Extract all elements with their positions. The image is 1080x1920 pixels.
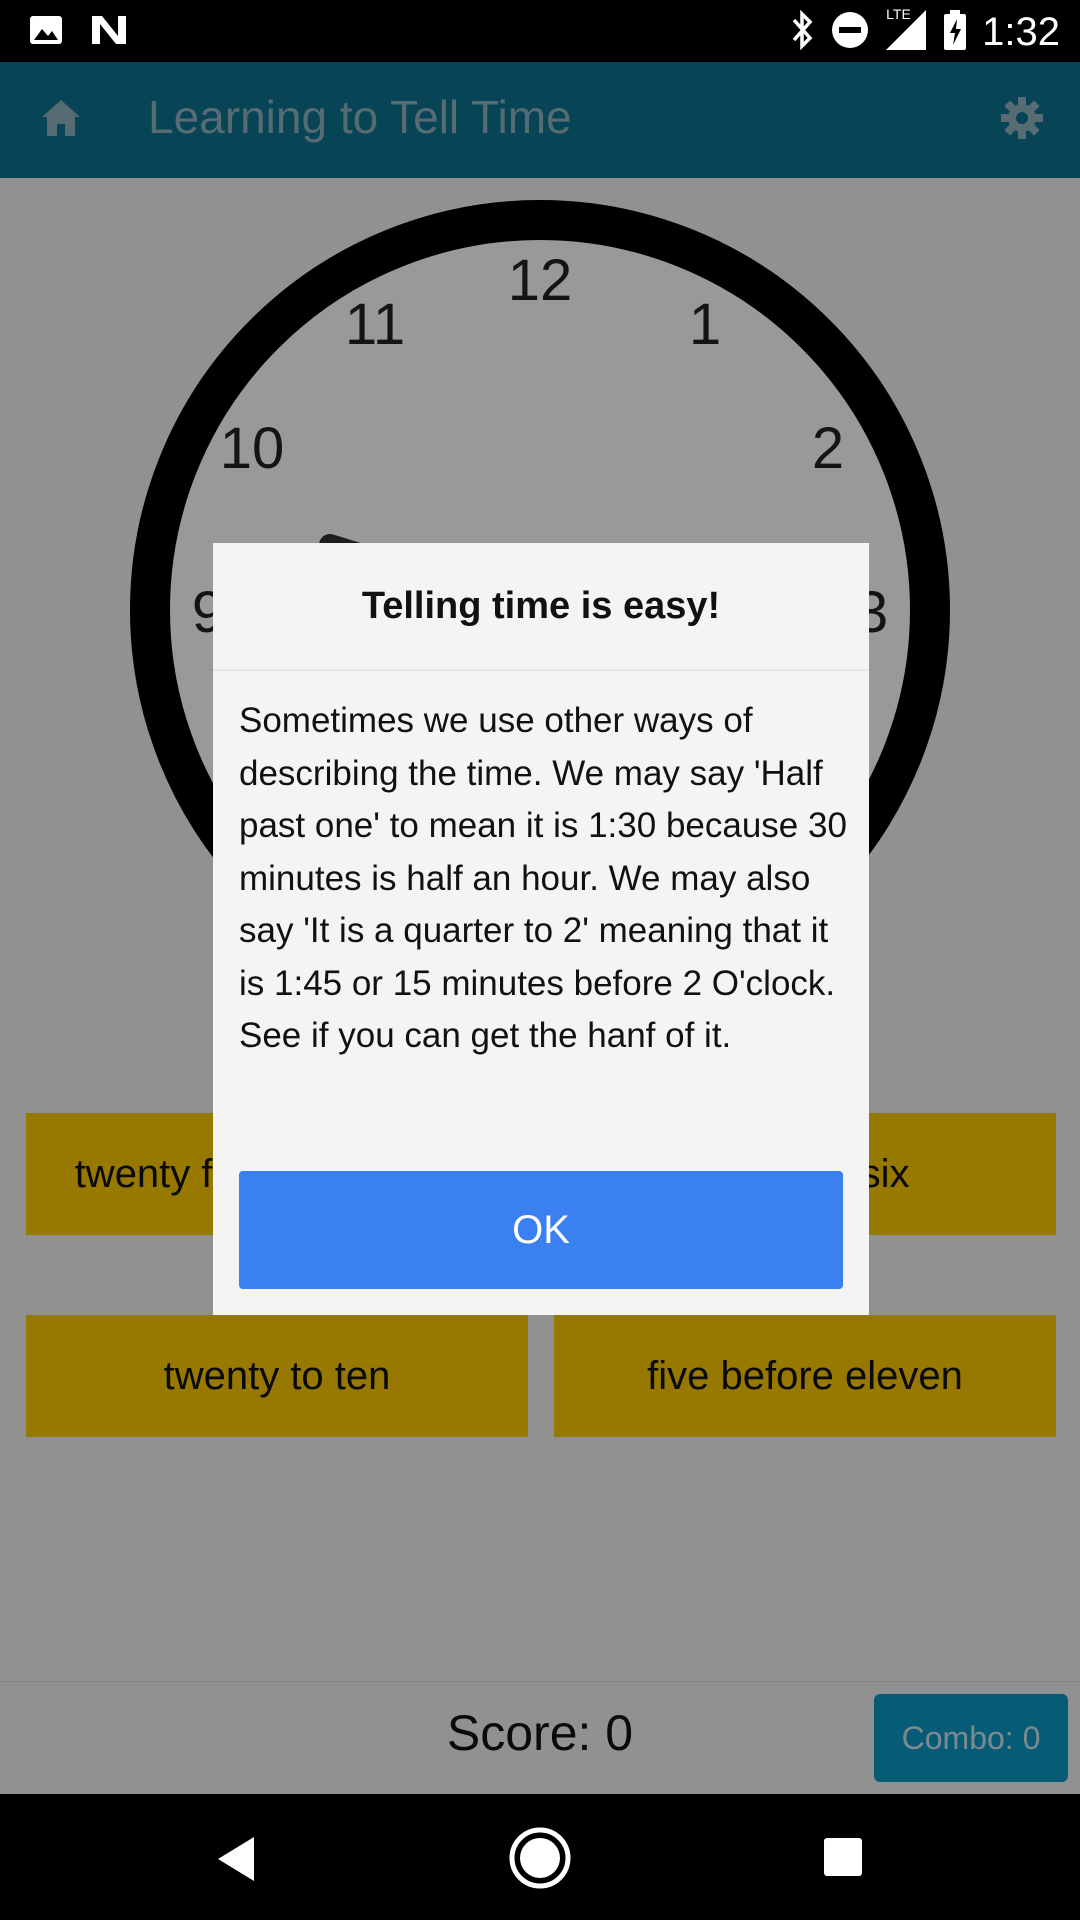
image-icon (28, 12, 64, 53)
dialog-title: Telling time is easy! (213, 543, 869, 671)
battery-charging-icon (942, 9, 968, 56)
lte-signal-icon: LTE (884, 6, 928, 57)
status-bar: LTE 1:32 (0, 0, 1080, 62)
do-not-disturb-icon (830, 10, 870, 55)
home-nav-icon[interactable] (508, 1826, 572, 1895)
info-dialog: Telling time is easy! Sometimes we use o… (213, 543, 869, 1315)
ok-button[interactable]: OK (239, 1171, 843, 1289)
navigation-bar (0, 1794, 1080, 1920)
bluetooth-icon (790, 9, 816, 56)
status-time: 1:32 (982, 10, 1060, 54)
back-icon[interactable] (214, 1834, 258, 1889)
notification-n-icon (88, 12, 130, 53)
lte-label: LTE (886, 6, 911, 22)
dialog-body: Sometimes we use other ways of describin… (239, 701, 847, 1055)
recent-apps-icon[interactable] (822, 1836, 864, 1883)
